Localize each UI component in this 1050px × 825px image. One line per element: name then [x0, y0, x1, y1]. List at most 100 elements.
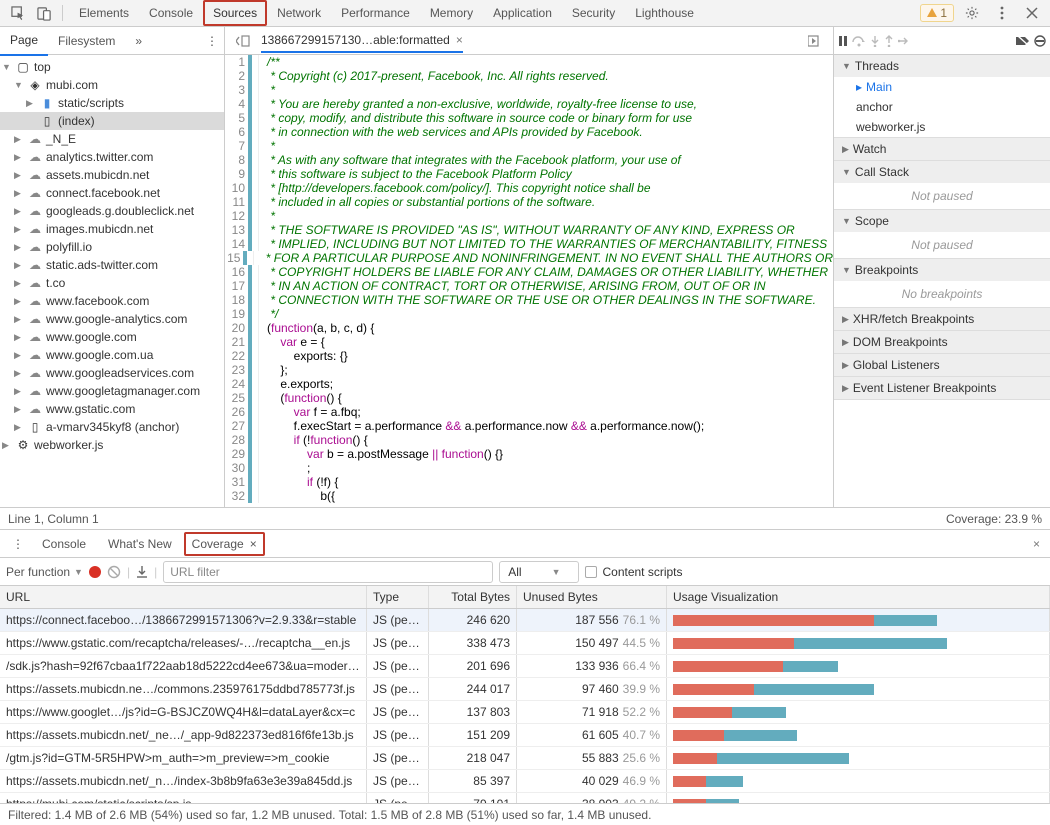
th-unused[interactable]: Unused Bytes [517, 586, 667, 608]
th-type[interactable]: Type [367, 586, 429, 608]
table-row[interactable]: https://assets.mubicdn.net/_n…/index-3b8… [0, 770, 1050, 793]
url-filter-input[interactable]: URL filter [163, 561, 493, 583]
thread-main[interactable]: ▸Main [834, 77, 1050, 97]
drawer-tab-console[interactable]: Console [32, 532, 96, 556]
table-row[interactable]: https://mubi.com/static/scripts/sp.jsJS … [0, 793, 1050, 803]
tree-origin[interactable]: ▶☁_N_E [0, 130, 224, 148]
tree-webworker[interactable]: ▶⚙webworker.js [0, 436, 224, 454]
deactivate-breakpoints-icon[interactable] [1016, 35, 1030, 47]
kebab-icon[interactable]: ⋮ [200, 34, 224, 48]
panel-tab-application[interactable]: Application [483, 0, 562, 26]
kebab-icon[interactable] [990, 1, 1014, 25]
step-out-icon[interactable] [884, 35, 894, 47]
tree-origin[interactable]: ▶☁googleads.g.doubleclick.net [0, 202, 224, 220]
close-drawer-icon[interactable]: × [1029, 537, 1044, 551]
drawer-tab-coverage[interactable]: Coverage× [184, 532, 265, 556]
table-row[interactable]: https://connect.faceboo…/138667299157130… [0, 609, 1050, 632]
tree-origin[interactable]: ▶☁t.co [0, 274, 224, 292]
panel-tabs: ElementsConsoleSourcesNetworkPerformance… [69, 0, 704, 26]
xhr-bp-header[interactable]: ▶XHR/fetch Breakpoints [834, 308, 1050, 330]
tree-origin[interactable]: ▶☁polyfill.io [0, 238, 224, 256]
pause-exceptions-icon[interactable] [1034, 35, 1046, 47]
callstack-header[interactable]: ▼Call Stack [834, 161, 1050, 183]
record-icon[interactable] [89, 566, 101, 578]
tree-file-index[interactable]: ▯(index) [0, 112, 224, 130]
navigator-tab-filesystem[interactable]: Filesystem [48, 27, 125, 55]
panel-tab-sources[interactable]: Sources [203, 0, 267, 26]
history-nav-icon[interactable] [231, 29, 255, 53]
step-into-icon[interactable] [870, 35, 880, 47]
warnings-badge[interactable]: 1 [920, 4, 954, 22]
content-scripts-checkbox[interactable]: Content scripts [585, 565, 682, 579]
table-row[interactable]: /gtm.js?id=GTM-5R5HPW>m_auth=>m_preview=… [0, 747, 1050, 770]
coverage-granularity-select[interactable]: Per function▼ [6, 565, 83, 579]
tree-origin[interactable]: ▶☁www.google.com [0, 328, 224, 346]
run-snippet-icon[interactable] [803, 29, 827, 53]
gear-icon[interactable] [960, 1, 984, 25]
warn-count: 1 [940, 6, 947, 20]
th-url[interactable]: URL [0, 586, 367, 608]
threads-header[interactable]: ▼Threads [834, 55, 1050, 77]
tree-origin[interactable]: ▶☁www.google-analytics.com [0, 310, 224, 328]
tree-origin[interactable]: ▶☁static.ads-twitter.com [0, 256, 224, 274]
debugger-sidebar: ▼Threads ▸Main anchor webworker.js ▶Watc… [834, 55, 1050, 507]
export-icon[interactable] [136, 565, 148, 579]
scope-header[interactable]: ▼Scope [834, 210, 1050, 232]
editor-tab[interactable]: 138667299157130…able:formatted × [261, 29, 463, 53]
table-row[interactable]: https://www.googlet…/js?id=G-BSJCZ0WQ4H&… [0, 701, 1050, 724]
panel-tab-performance[interactable]: Performance [331, 0, 420, 26]
global-listeners-header[interactable]: ▶Global Listeners [834, 354, 1050, 376]
step-over-icon[interactable] [852, 35, 866, 47]
tree-origin[interactable]: ▶☁www.google.com.ua [0, 346, 224, 364]
step-icon[interactable] [898, 35, 910, 47]
tree-origin[interactable]: ▶☁www.facebook.com [0, 292, 224, 310]
tree-anchor[interactable]: ▶▯a-vmarv345kyf8 (anchor) [0, 418, 224, 436]
device-icon[interactable] [32, 1, 56, 25]
table-row[interactable]: /sdk.js?hash=92f67cbaa1f722aab18d5222cd4… [0, 655, 1050, 678]
breakpoints-header[interactable]: ▼Breakpoints [834, 259, 1050, 281]
panel-tab-console[interactable]: Console [139, 0, 203, 26]
tree-origin[interactable]: ▶☁www.googletagmanager.com [0, 382, 224, 400]
panel-tab-network[interactable]: Network [267, 0, 331, 26]
panel-tab-elements[interactable]: Elements [69, 0, 139, 26]
drawer-tab-whatsnew[interactable]: What's New [98, 532, 182, 556]
th-viz[interactable]: Usage Visualization [667, 586, 1050, 608]
close-tab-icon[interactable]: × [456, 33, 463, 47]
navigator-overflow[interactable]: » [125, 27, 152, 55]
table-row[interactable]: https://www.gstatic.com/recaptcha/releas… [0, 632, 1050, 655]
tree-origin[interactable]: ▶☁images.mubicdn.net [0, 220, 224, 238]
thread-webworker[interactable]: webworker.js [834, 117, 1050, 137]
tree-origin[interactable]: ▶☁analytics.twitter.com [0, 148, 224, 166]
tree-folder-static-scripts[interactable]: ▶▮static/scripts [0, 94, 224, 112]
panel-tab-security[interactable]: Security [562, 0, 625, 26]
dom-bp-header[interactable]: ▶DOM Breakpoints [834, 331, 1050, 353]
th-total[interactable]: Total Bytes [429, 586, 517, 608]
code-editor[interactable]: 1/**2 * Copyright (c) 2017-present, Face… [225, 55, 834, 507]
thread-anchor[interactable]: anchor [834, 97, 1050, 117]
pause-icon[interactable] [838, 35, 848, 47]
tree-domain[interactable]: ▼◈mubi.com [0, 76, 224, 94]
tree-top[interactable]: ▼▢top [0, 58, 224, 76]
panel-tab-lighthouse[interactable]: Lighthouse [625, 0, 704, 26]
navigator-tab-page[interactable]: Page [0, 26, 48, 56]
table-header: URL Type Total Bytes Unused Bytes Usage … [0, 586, 1050, 609]
tree-origin[interactable]: ▶☁www.googleadservices.com [0, 364, 224, 382]
coverage-footer: Filtered: 1.4 MB of 2.6 MB (54%) used so… [0, 803, 1050, 825]
coverage-percent: Coverage: 23.9 % [946, 512, 1042, 526]
clear-icon[interactable] [107, 565, 121, 579]
watch-header[interactable]: ▶Watch [834, 138, 1050, 160]
type-filter-select[interactable]: All▼ [499, 561, 579, 583]
tree-origin[interactable]: ▶☁www.gstatic.com [0, 400, 224, 418]
tree-origin[interactable]: ▶☁assets.mubicdn.net [0, 166, 224, 184]
panel-tab-memory[interactable]: Memory [420, 0, 483, 26]
tree-origin[interactable]: ▶☁connect.facebook.net [0, 184, 224, 202]
inspect-icon[interactable] [6, 1, 30, 25]
close-devtools-icon[interactable] [1020, 1, 1044, 25]
table-row[interactable]: https://assets.mubicdn.net/_ne…/_app-9d8… [0, 724, 1050, 747]
event-bp-header[interactable]: ▶Event Listener Breakpoints [834, 377, 1050, 399]
table-row[interactable]: https://assets.mubicdn.ne…/commons.23597… [0, 678, 1050, 701]
callstack-empty: Not paused [834, 183, 1050, 209]
editor-tab-label: 138667299157130…able:formatted [261, 33, 450, 47]
kebab-icon[interactable]: ⋮ [6, 532, 30, 556]
close-tab-icon[interactable]: × [250, 537, 257, 551]
